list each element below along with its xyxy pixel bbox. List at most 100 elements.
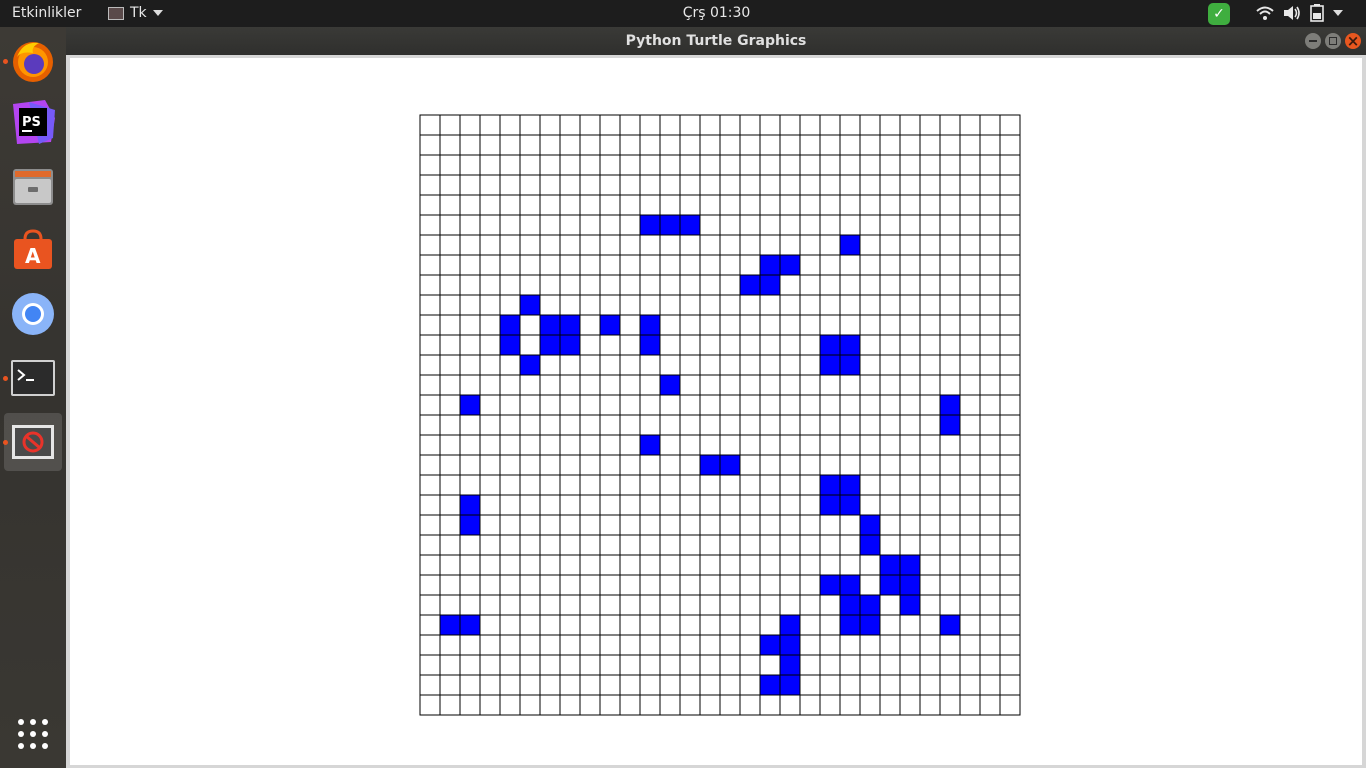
- grid-cell: [999, 254, 1021, 276]
- grid-cell: [859, 394, 881, 416]
- grid-cell: [719, 234, 741, 256]
- system-menu[interactable]: [1256, 4, 1343, 22]
- dock-item-tk-window[interactable]: [3, 413, 62, 471]
- grid-cell: [839, 374, 861, 396]
- grid-cell: [579, 234, 601, 256]
- grid-cell: [679, 234, 701, 256]
- grid-cell: [579, 594, 601, 616]
- grid-cell: [619, 374, 641, 396]
- window-titlebar[interactable]: Python Turtle Graphics: [66, 27, 1366, 55]
- volume-icon: [1284, 6, 1300, 20]
- grid-cell: [439, 394, 461, 416]
- grid-cell: [779, 494, 801, 516]
- grid-cell: [799, 654, 821, 676]
- grid-cell: [919, 114, 941, 136]
- activities-button[interactable]: Etkinlikler: [12, 5, 81, 21]
- dock-item-terminal[interactable]: [3, 349, 62, 407]
- grid-cell: [899, 654, 921, 676]
- grid-cell: [619, 654, 641, 676]
- grid-cell: [799, 414, 821, 436]
- grid-cell: [959, 274, 981, 296]
- grid-cell: [999, 114, 1021, 136]
- grid-cell: [479, 654, 501, 676]
- grid-cell-filled: [699, 454, 721, 476]
- grid-cell: [979, 414, 1001, 436]
- grid-cell: [739, 394, 761, 416]
- grid-cell: [759, 314, 781, 336]
- grid-cell: [699, 474, 721, 496]
- grid-cell: [579, 314, 601, 336]
- update-check-icon[interactable]: ✓: [1208, 3, 1230, 25]
- grid-cell: [539, 114, 561, 136]
- maximize-button[interactable]: [1325, 33, 1341, 49]
- clock[interactable]: Çrş 01:30: [683, 5, 751, 21]
- grid-cell: [479, 474, 501, 496]
- grid-cell: [459, 134, 481, 156]
- grid-cell: [439, 554, 461, 576]
- grid-cell: [599, 674, 621, 696]
- grid-cell: [739, 134, 761, 156]
- grid-cell: [819, 214, 841, 236]
- grid-cell: [459, 654, 481, 676]
- grid-cell: [799, 354, 821, 376]
- grid-cell: [679, 554, 701, 576]
- grid-cell-filled: [459, 514, 481, 536]
- grid-cell: [899, 334, 921, 356]
- grid-cell: [659, 434, 681, 456]
- show-applications-button[interactable]: [4, 705, 62, 763]
- grid-cell-filled: [859, 514, 881, 536]
- grid-cell: [579, 374, 601, 396]
- app-menu[interactable]: Tk: [108, 5, 163, 21]
- grid-cell: [899, 234, 921, 256]
- grid-cell: [599, 154, 621, 176]
- grid-cell: [999, 354, 1021, 376]
- dock-item-software[interactable]: A: [4, 221, 62, 279]
- grid-cell: [679, 614, 701, 636]
- dock-item-firefox[interactable]: [3, 32, 62, 90]
- grid-cell: [759, 434, 781, 456]
- grid-cell: [959, 374, 981, 396]
- grid-cell: [979, 494, 1001, 516]
- grid-cell: [639, 274, 661, 296]
- grid-cell: [559, 554, 581, 576]
- grid-cell: [899, 694, 921, 716]
- grid-cell: [479, 134, 501, 156]
- grid-cell: [819, 294, 841, 316]
- grid-cell: [939, 454, 961, 476]
- turtle-canvas[interactable]: [70, 58, 1362, 765]
- grid-cell: [499, 394, 521, 416]
- grid-cell: [419, 294, 441, 316]
- running-indicator: [3, 59, 8, 64]
- grid-cell: [699, 274, 721, 296]
- grid-cell: [719, 554, 741, 576]
- grid-cell: [439, 594, 461, 616]
- grid-cell: [939, 294, 961, 316]
- grid-cell: [939, 534, 961, 556]
- dock-item-chromium[interactable]: [4, 285, 62, 343]
- dock-item-files[interactable]: [4, 157, 62, 215]
- grid-cell: [459, 474, 481, 496]
- grid-cell: [619, 154, 641, 176]
- grid-cell: [799, 614, 821, 636]
- grid-cell: [939, 514, 961, 536]
- grid-cell: [839, 634, 861, 656]
- close-button[interactable]: [1345, 33, 1361, 49]
- grid-cell: [939, 274, 961, 296]
- grid-cell: [919, 594, 941, 616]
- grid-cell: [759, 174, 781, 196]
- grid-cell: [799, 674, 821, 696]
- grid-cell: [999, 294, 1021, 316]
- grid-cell: [539, 514, 561, 536]
- grid-cell: [699, 554, 721, 576]
- dock-item-phpstorm[interactable]: PS: [4, 93, 62, 151]
- grid-cell: [719, 614, 741, 636]
- grid-cell: [539, 674, 561, 696]
- grid-cell: [539, 634, 561, 656]
- grid-cell: [759, 454, 781, 476]
- grid-cell: [779, 334, 801, 356]
- grid-cell: [739, 634, 761, 656]
- grid-cell: [559, 174, 581, 196]
- minimize-button[interactable]: [1305, 33, 1321, 49]
- grid-cell-filled: [839, 474, 861, 496]
- grid-cell: [639, 254, 661, 276]
